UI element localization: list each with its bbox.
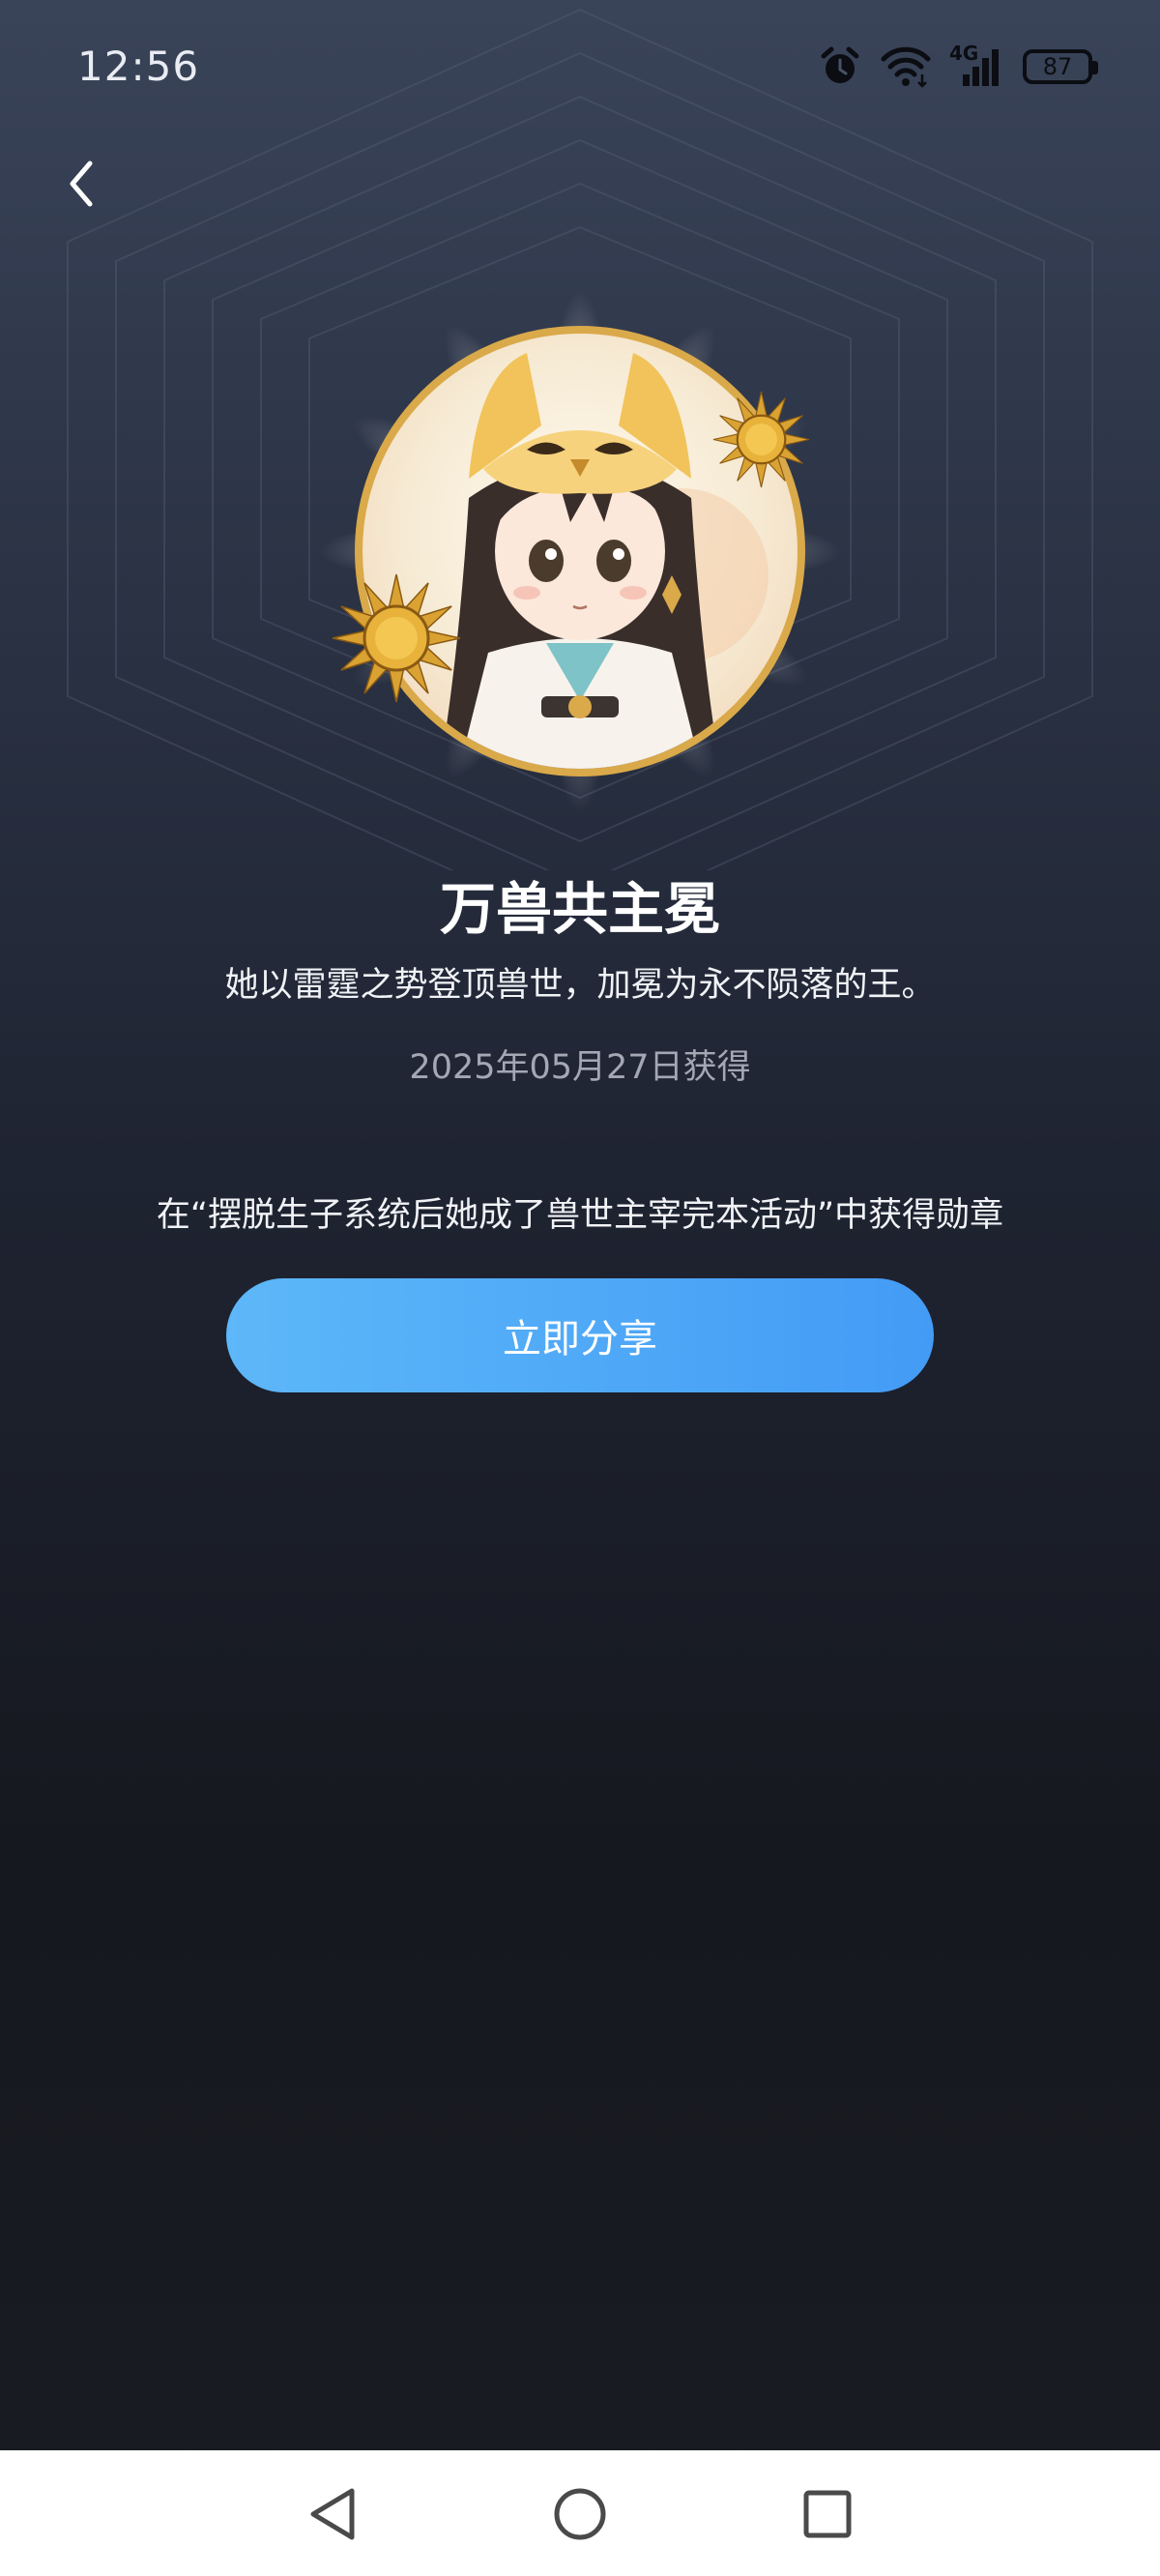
- wifi-icon: [881, 46, 931, 88]
- medal-title: 万兽共主冕: [439, 876, 720, 942]
- medal-acquired-date: 2025年05月27日获得: [409, 1048, 751, 1087]
- status-icons: 4G 87: [818, 42, 1098, 89]
- medal-badge: [319, 290, 841, 812]
- battery-level: 87: [1042, 53, 1073, 80]
- medal-description: 她以雷霆之势登顶兽世，加冕为永不陨落的王。: [224, 966, 936, 1005]
- nav-recents-button[interactable]: [793, 2479, 862, 2549]
- medal-source-text: 在“摆脱生子系统后她成了兽世主宰完本活动”中获得勋章: [156, 1196, 1004, 1235]
- home-circle-icon: [554, 2488, 606, 2540]
- sun-ornament-icon: [332, 573, 461, 703]
- back-button[interactable]: [50, 153, 112, 215]
- system-navigation-bar: [0, 2450, 1160, 2576]
- nav-home-button[interactable]: [545, 2479, 615, 2549]
- medal-detail-screen: 12:56 4G 87 万兽共主冕 她以雷霆之势登顶兽世，加冕为永不陨落的王。 …: [0, 0, 1160, 2576]
- nav-back-button[interactable]: [298, 2479, 367, 2549]
- cellular-signal-icon: 4G: [949, 42, 1005, 88]
- chevron-left-icon: [70, 161, 93, 207]
- share-now-button[interactable]: 立即分享: [226, 1278, 934, 1392]
- battery-icon: 87: [1023, 49, 1098, 84]
- recents-square-icon: [803, 2490, 852, 2538]
- status-time: 12:56: [77, 43, 200, 90]
- alarm-icon: [821, 46, 859, 83]
- share-button-label: 立即分享: [503, 1317, 657, 1361]
- back-triangle-icon: [310, 2488, 355, 2540]
- sun-ornament-icon: [712, 391, 810, 488]
- status-bar: 12:56 4G 87: [0, 0, 1160, 135]
